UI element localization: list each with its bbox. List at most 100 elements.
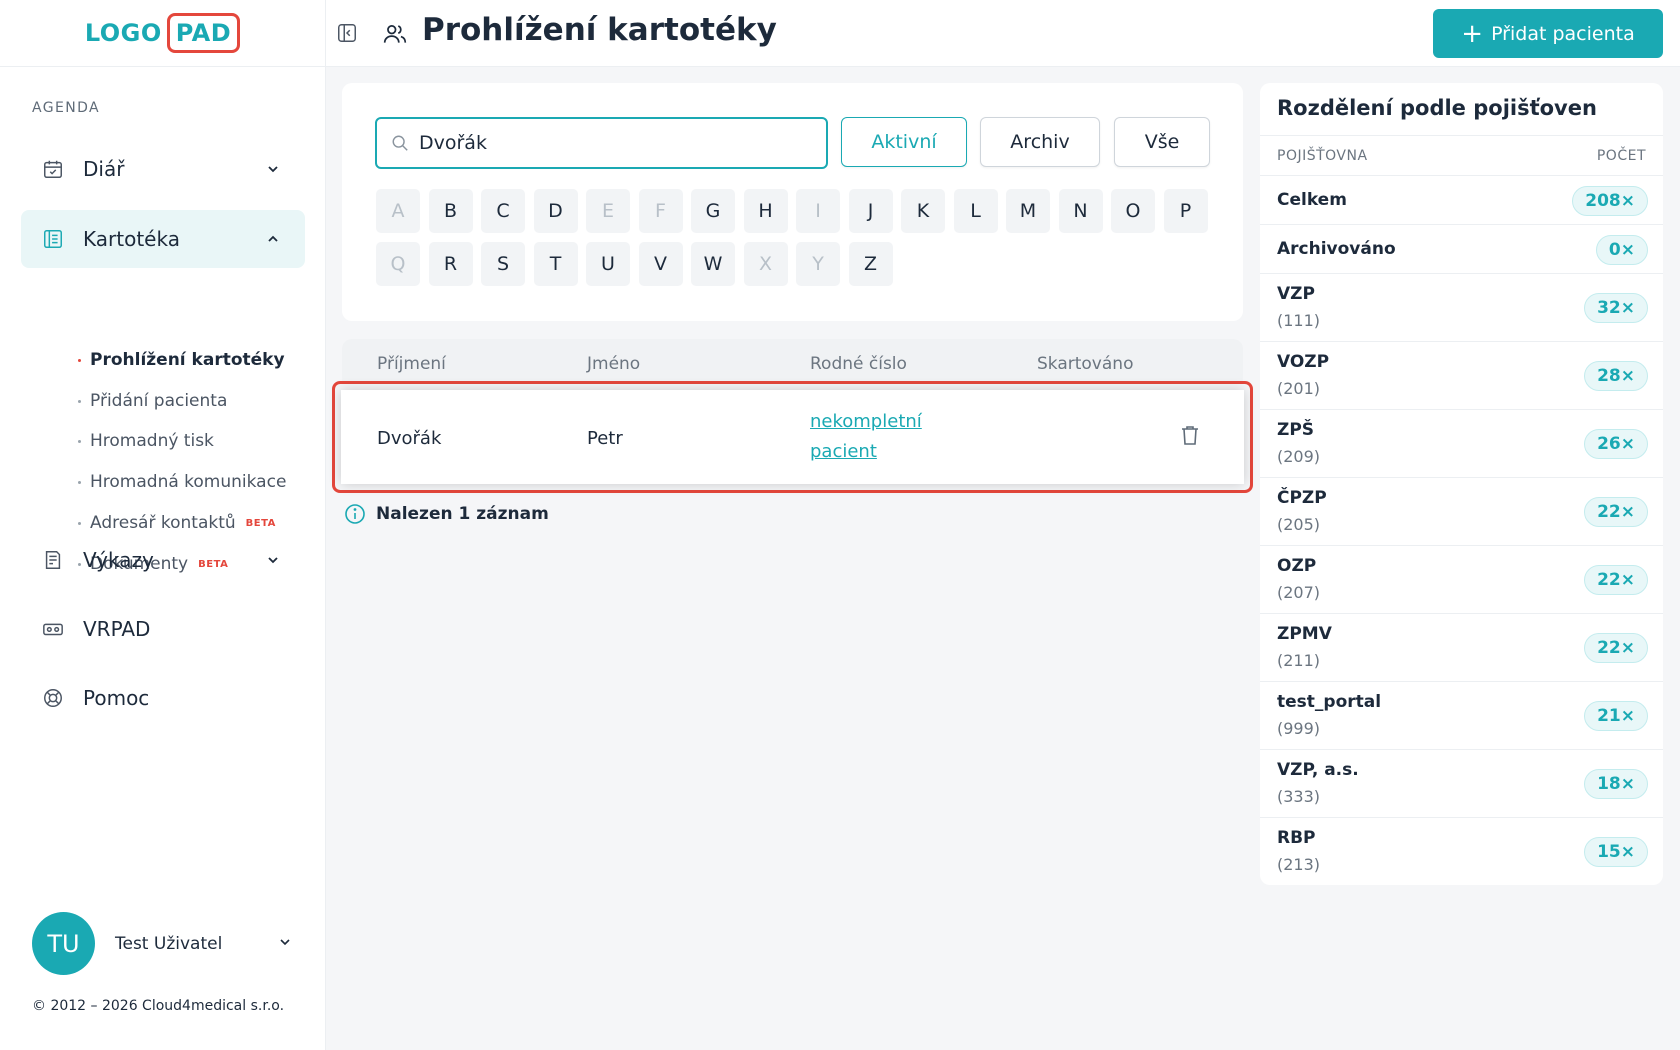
letter-o-button[interactable]: O (1111, 189, 1155, 233)
insurance-row[interactable]: ČPZP (205) 22× (1260, 478, 1663, 546)
results-info: Nalezen 1 záznam (344, 503, 549, 525)
sidebar-item-vykazy[interactable]: Výkazy (21, 531, 305, 589)
column-shredded[interactable]: Skartováno (1037, 354, 1133, 374)
letter-p-button[interactable]: P (1163, 189, 1208, 233)
letter-a-button[interactable]: A (376, 189, 420, 233)
insurance-row[interactable]: OZP (207) 22× (1260, 546, 1663, 614)
letter-g-button[interactable]: G (691, 189, 735, 233)
top-header: Prohlížení kartotéky + Přidat pacienta (326, 0, 1680, 67)
insurance-header: POJIŠŤOVNA POČET (1260, 135, 1663, 176)
letter-j-button[interactable]: J (848, 189, 893, 233)
incomplete-patient-link[interactable]: nekompletní pacient (810, 407, 922, 467)
subnav-item-komunikace[interactable]: Hromadná komunikace (78, 472, 286, 492)
insurance-name: ZPMV (1277, 624, 1332, 644)
letter-f-button[interactable]: F (638, 189, 683, 233)
trash-icon[interactable] (1180, 424, 1202, 448)
insurance-row[interactable]: VZP (111) 32× (1260, 274, 1663, 342)
letter-u-button[interactable]: U (586, 242, 630, 286)
letter-h-button[interactable]: H (743, 189, 788, 233)
subnav-item-adresar[interactable]: Adresář kontaktů BETA (78, 513, 276, 533)
insurance-row[interactable]: VOZP (201) 28× (1260, 342, 1663, 410)
filter-active-button[interactable]: Aktivní (841, 117, 967, 167)
insurance-row[interactable]: ZPMV (211) 22× (1260, 614, 1663, 682)
subnav-item-prohlizeni[interactable]: Prohlížení kartotéky (78, 350, 285, 370)
users-icon (382, 21, 408, 47)
count-badge: 208× (1572, 185, 1648, 216)
letter-i-button[interactable]: I (796, 189, 840, 233)
insurance-name: VOZP (1277, 352, 1330, 372)
insurance-row[interactable]: RBP (213) 15× (1260, 818, 1663, 885)
insurance-row[interactable]: VZP, a.s. (333) 18× (1260, 750, 1663, 818)
table-row[interactable]: Dvořák Petr nekompletní pacient (341, 390, 1244, 484)
insurance-row[interactable]: Celkem 208× (1260, 176, 1663, 225)
insurance-row[interactable]: ZPŠ (209) 26× (1260, 410, 1663, 478)
info-icon (344, 503, 366, 525)
letter-d-button[interactable]: D (533, 189, 578, 233)
letter-t-button[interactable]: T (533, 242, 578, 286)
insurance-title: Rozdělení podle pojišťoven (1277, 96, 1597, 120)
insurance-name: RBP (1277, 828, 1316, 848)
subnav-label: Přidání pacienta (90, 391, 228, 411)
logo-area: LOGO PAD (0, 0, 325, 67)
table-header: Příjmení Jméno Rodné číslo Skartováno (342, 339, 1243, 383)
user-name: Test Uživatel (115, 933, 223, 954)
letter-r-button[interactable]: R (428, 242, 473, 286)
column-birth-number[interactable]: Rodné číslo (810, 354, 907, 374)
insurance-name: OZP (1277, 556, 1317, 576)
insurance-code: (205) (1277, 515, 1321, 534)
insurance-code: (999) (1277, 719, 1321, 738)
letter-w-button[interactable]: W (691, 242, 735, 286)
letter-s-button[interactable]: S (481, 242, 525, 286)
sidebar-item-label: Kartotéka (83, 227, 180, 251)
letter-b-button[interactable]: B (428, 189, 473, 233)
insurance-row[interactable]: test_portal (999) 21× (1260, 682, 1663, 750)
sidebar-item-diar[interactable]: Diář (21, 140, 305, 198)
insurance-code: (111) (1277, 311, 1321, 330)
subnav-item-tisk[interactable]: Hromadný tisk (78, 431, 214, 451)
letter-q-button[interactable]: Q (376, 242, 420, 286)
column-name[interactable]: Jméno (587, 354, 640, 374)
letter-n-button[interactable]: N (1058, 189, 1103, 233)
user-menu[interactable]: TU Test Uživatel (32, 912, 292, 975)
filter-archive-button[interactable]: Archiv (980, 117, 1100, 167)
letter-x-button[interactable]: X (743, 242, 788, 286)
letter-k-button[interactable]: K (901, 189, 945, 233)
insurance-code: (207) (1277, 583, 1321, 602)
column-surname[interactable]: Příjmení (377, 354, 446, 374)
cell-surname: Dvořák (377, 428, 442, 449)
chevron-up-icon (263, 229, 283, 249)
sidebar-item-label: Pomoc (83, 686, 150, 710)
insurance-name: test_portal (1277, 692, 1382, 712)
sidebar-item-kartoteka[interactable]: Kartotéka (21, 210, 305, 268)
insurance-row[interactable]: Archivováno 0× (1260, 225, 1663, 274)
insurance-code: (213) (1277, 855, 1321, 874)
calendar-icon (41, 157, 65, 181)
add-patient-button[interactable]: + Přidat pacienta (1433, 9, 1663, 58)
collapse-sidebar-icon[interactable] (336, 22, 360, 46)
search-input[interactable] (419, 132, 799, 154)
letter-y-button[interactable]: Y (796, 242, 840, 286)
insurance-name: ČPZP (1277, 488, 1327, 508)
subnav-label: Prohlížení kartotéky (90, 350, 285, 370)
subnav-item-pridani[interactable]: Přidání pacienta (78, 391, 227, 411)
card-file-icon (41, 227, 65, 251)
chevron-down-icon (263, 550, 283, 570)
insurance-code: (211) (1277, 651, 1321, 670)
count-badge: 32× (1584, 293, 1648, 323)
filter-all-button[interactable]: Vše (1114, 117, 1210, 167)
letter-v-button[interactable]: V (638, 242, 683, 286)
logo[interactable]: LOGO PAD (85, 13, 241, 53)
bullet-icon (78, 399, 81, 403)
bullet-icon (78, 480, 81, 484)
search-box[interactable] (375, 117, 828, 169)
letter-l-button[interactable]: L (953, 189, 998, 233)
letter-z-button[interactable]: Z (848, 242, 893, 286)
letter-e-button[interactable]: E (586, 189, 630, 233)
letter-m-button[interactable]: M (1006, 189, 1050, 233)
sidebar-item-vrpad[interactable]: VRPAD (21, 600, 305, 658)
letter-c-button[interactable]: C (481, 189, 525, 233)
subnav-label: Hromadný tisk (90, 431, 214, 451)
link-line-2: pacient (810, 441, 877, 462)
sidebar-item-pomoc[interactable]: Pomoc (21, 669, 305, 727)
column-insurer: POJIŠŤOVNA (1277, 148, 1368, 164)
